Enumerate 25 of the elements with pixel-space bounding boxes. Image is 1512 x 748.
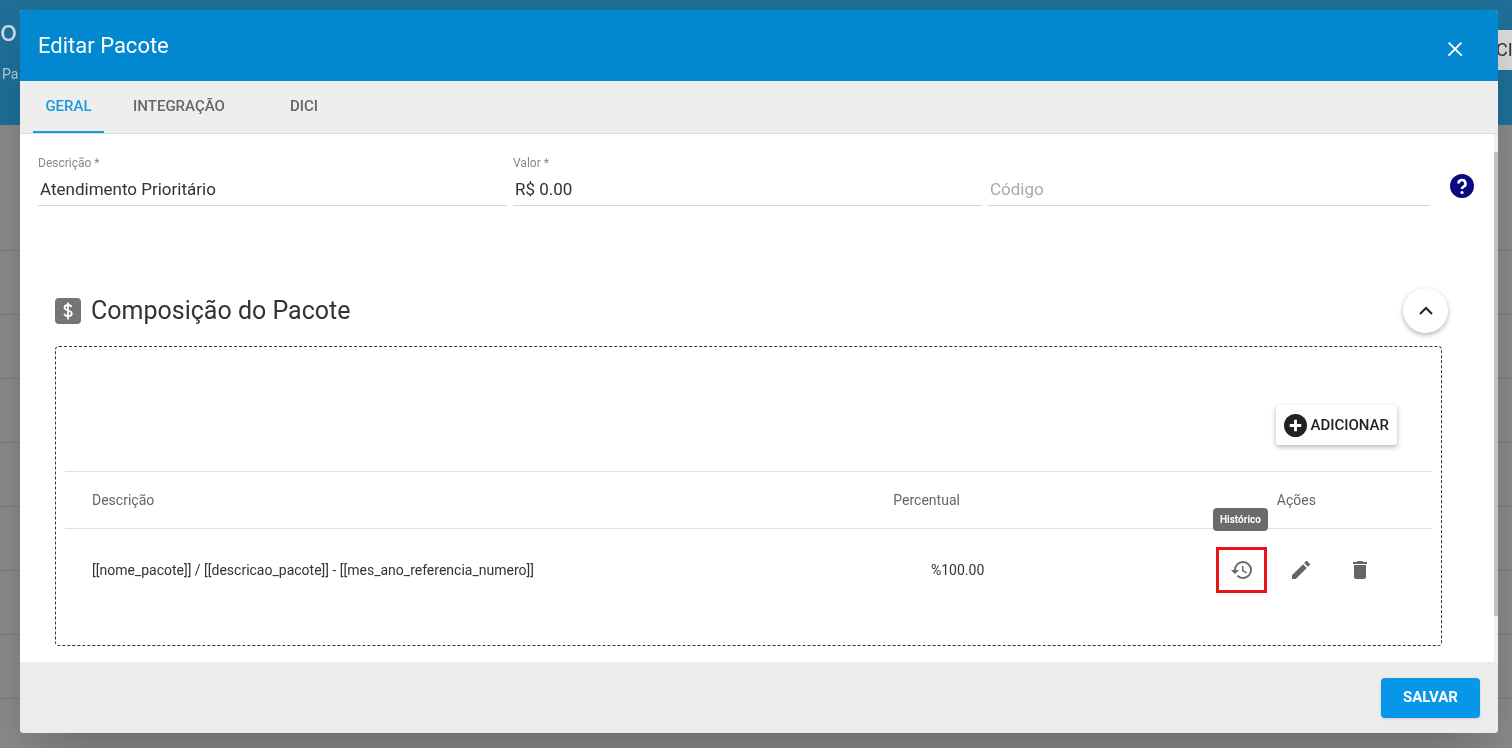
input-field[interactable]: R$ 0.00 — [513, 172, 982, 206]
plus-circle-icon — [1284, 413, 1308, 437]
tab[interactable]: INTEGRAÇÃO — [104, 81, 254, 133]
chevron-up-icon — [1418, 306, 1433, 315]
help-icon[interactable] — [1450, 174, 1474, 198]
column-header: Ações — [1275, 490, 1317, 510]
tab[interactable]: DICI — [254, 81, 354, 133]
column-header: Descrição — [91, 490, 156, 510]
input-field[interactable]: Código — [988, 172, 1430, 206]
history-icon — [1229, 558, 1254, 582]
section-title: Composição do Pacote — [91, 294, 351, 327]
breadcrumb: Pa — [2, 65, 19, 84]
field-label: Descrição * — [38, 155, 101, 172]
table-cell-text: [[nome_pacote]] / [[descricao_pacote]] - [[mes_ano_referencia_numero]] — [91, 560, 535, 580]
page-title: o — [0, 16, 19, 46]
column-header: Percentual — [893, 490, 961, 510]
dialog-title: Editar Pacote — [38, 32, 169, 60]
close-button[interactable]: × — [1446, 28, 1464, 63]
tooltip: Histórico — [1213, 508, 1268, 531]
field-label: Valor * — [513, 155, 550, 172]
add-button[interactable]: ADICIONAR — [1276, 405, 1397, 445]
input-field[interactable]: Atendimento Prioritário — [38, 172, 507, 206]
save-button[interactable]: SALVAR — [1381, 677, 1480, 718]
dollar-icon — [55, 297, 81, 324]
table-cell-text: %100.00 — [931, 560, 986, 580]
